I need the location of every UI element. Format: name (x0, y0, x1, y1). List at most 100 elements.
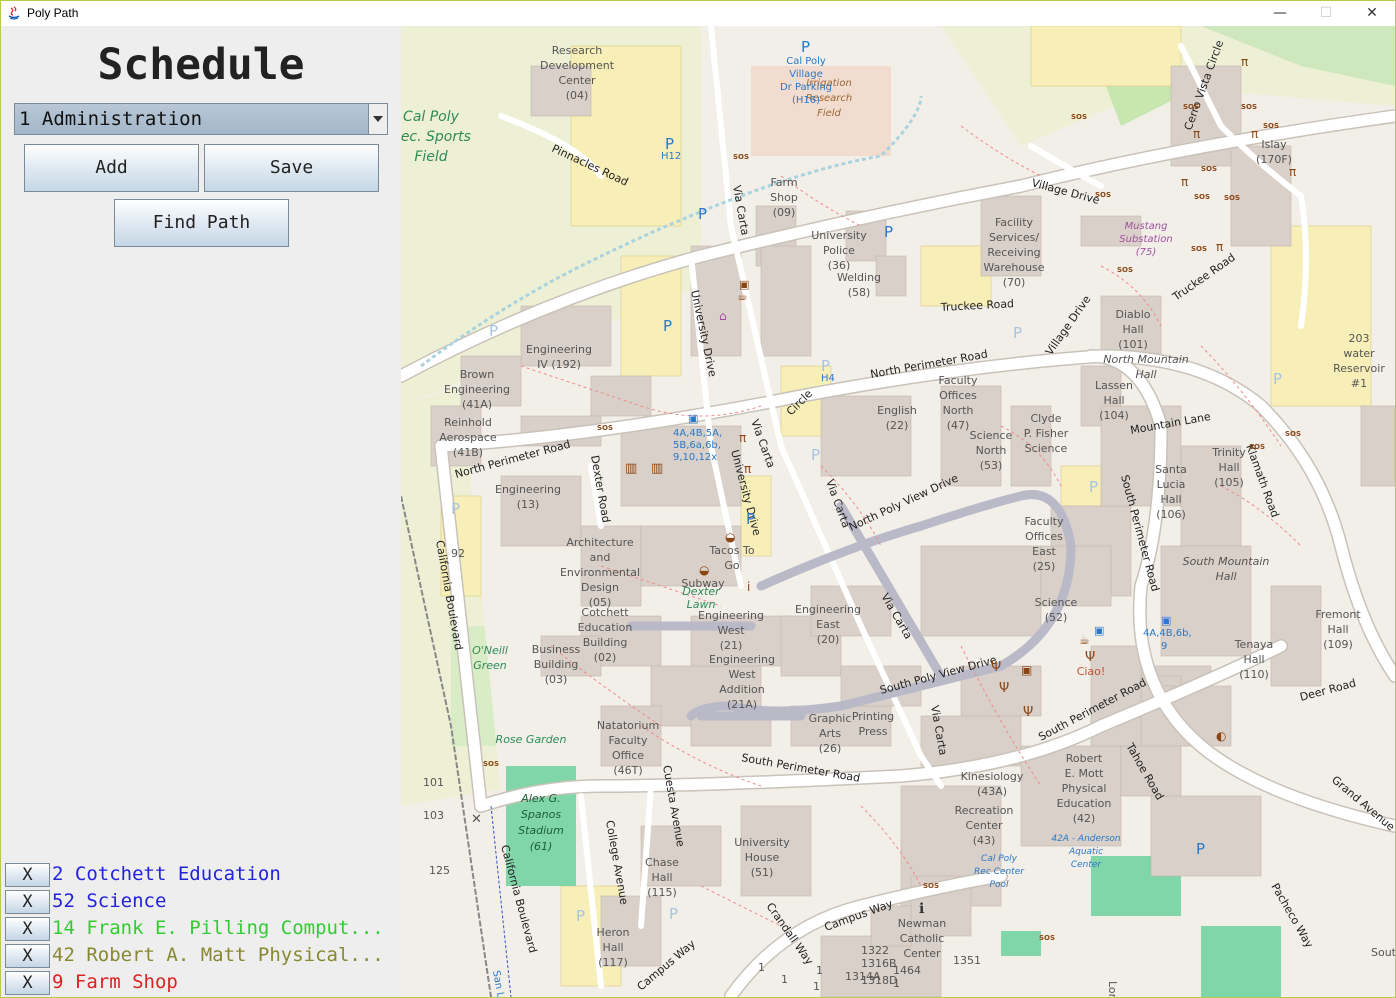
svg-text:(70): (70) (1003, 276, 1026, 289)
svg-text:Shop: Shop (770, 191, 798, 204)
svg-text:Chase: Chase (645, 856, 679, 869)
map-canvas[interactable]: Pinnacles Road Via Carta Village Drive C… (401, 26, 1395, 997)
svg-text:(61): (61) (530, 840, 553, 853)
svg-text:1: 1 (813, 980, 820, 993)
svg-text:(09): (09) (773, 206, 796, 219)
svg-text:(26): (26) (819, 742, 842, 755)
svg-text:Alex G.: Alex G. (520, 792, 560, 805)
svg-text:Substation: Substation (1119, 234, 1172, 245)
svg-text:Offices: Offices (939, 389, 977, 402)
add-button[interactable]: Add (24, 144, 199, 192)
svg-text:SOS: SOS (1224, 194, 1240, 202)
svg-text:Cal Poly: Cal Poly (981, 854, 1018, 864)
svg-text:SOS: SOS (483, 760, 499, 768)
svg-text:Business: Business (532, 643, 581, 656)
transit-label: 9,10,12x (673, 452, 717, 463)
minimize-button[interactable]: — (1257, 1, 1303, 26)
svg-text:Go: Go (724, 559, 740, 572)
info-icon: ℹ (919, 901, 924, 917)
building-select[interactable]: 1 Administration (14, 103, 388, 135)
schedule-item-label: 42 Robert A. Matt Physical... (52, 944, 384, 966)
remove-item-button[interactable]: X (5, 917, 50, 941)
remove-item-button[interactable]: X (5, 890, 50, 914)
svg-text:Faculty: Faculty (939, 374, 978, 387)
svg-text:Fremont: Fremont (1315, 608, 1361, 621)
fastfood-icon: ◒ (699, 563, 709, 577)
svg-text:SOS: SOS (1241, 103, 1257, 111)
schedule-item: X 42 Robert A. Matt Physical... (5, 943, 401, 970)
theatre-icon: ◐ (1216, 729, 1226, 743)
svg-text:Farm: Farm (770, 176, 797, 189)
svg-text:South Mountain: South Mountain (1183, 555, 1270, 568)
svg-text:Mustang: Mustang (1125, 221, 1168, 232)
parking-icon: P (669, 905, 678, 923)
schedule-item: X 2 Cotchett Education (5, 862, 401, 889)
schedule-item-label: 9 Farm Shop (52, 971, 178, 993)
find-path-button[interactable]: Find Path (114, 199, 289, 247)
picnic-icon: π (1181, 175, 1188, 189)
java-app-icon (8, 6, 20, 20)
svg-text:SOS: SOS (1249, 443, 1265, 451)
svg-text:SOS: SOS (1039, 934, 1055, 942)
svg-text:Cal Poly: Cal Poly (403, 109, 460, 125)
svg-text:Facility: Facility (995, 216, 1034, 229)
svg-text:1351: 1351 (953, 954, 981, 967)
picnic-icon: π (739, 431, 746, 445)
svg-text:Dexter: Dexter (682, 585, 721, 598)
svg-text:SOS: SOS (597, 424, 613, 432)
svg-text:House: House (745, 851, 780, 864)
schedule-heading: Schedule (97, 40, 305, 90)
svg-text:East: East (816, 618, 840, 631)
close-button[interactable]: ✕ (1349, 1, 1395, 26)
parking-icon: P (489, 322, 498, 340)
svg-text:Islay: Islay (1261, 138, 1287, 151)
svg-text:Newman: Newman (898, 917, 946, 930)
svg-text:Hall: Hall (651, 871, 672, 884)
parking-icon: P (698, 205, 707, 223)
svg-text:SOS: SOS (1071, 113, 1087, 121)
svg-text:1322: 1322 (861, 944, 889, 957)
remove-item-button[interactable]: X (5, 971, 50, 995)
schedule-list: X 2 Cotchett Education X 52 Science X 14… (5, 862, 401, 997)
svg-text:Warehouse: Warehouse (983, 261, 1044, 274)
svg-text:Hall: Hall (1122, 323, 1143, 336)
svg-text:(42): (42) (1073, 812, 1096, 825)
svg-text:North: North (976, 444, 1007, 457)
bus-stop-icon: ▣ (1161, 614, 1171, 627)
svg-text:Pool: Pool (990, 880, 1009, 890)
svg-text:(20): (20) (817, 633, 840, 646)
transit-label: 4A,4B,5A, (673, 428, 722, 439)
parking-icon: P (451, 500, 460, 518)
svg-text:SOS: SOS (1285, 430, 1301, 438)
svg-text:Research: Research (552, 44, 602, 57)
svg-text:(58): (58) (848, 286, 871, 299)
svg-text:IV (192): IV (192) (537, 358, 581, 371)
svg-text:SOS: SOS (1117, 266, 1133, 274)
svg-text:1: 1 (893, 977, 900, 990)
svg-text:(47): (47) (947, 419, 970, 432)
svg-text:Clyde: Clyde (1031, 412, 1062, 425)
dropdown-arrow-button[interactable] (368, 104, 387, 134)
svg-text:(03): (03) (545, 673, 568, 686)
maximize-button[interactable]: ☐ (1303, 1, 1349, 26)
svg-text:Environmental: Environmental (560, 566, 640, 579)
remove-item-button[interactable]: X (5, 863, 50, 887)
svg-text:(43A): (43A) (977, 785, 1007, 798)
svg-text:SOS: SOS (1191, 245, 1207, 253)
svg-text:(101): (101) (1118, 338, 1148, 351)
picnic-icon: π (1216, 240, 1223, 254)
svg-text:203: 203 (1349, 332, 1370, 345)
parking-icon: P (663, 317, 672, 335)
svg-text:Cal Poly: Cal Poly (786, 56, 826, 67)
library-icon: ▥ (625, 461, 637, 476)
parking-icon: P (1273, 370, 1282, 388)
campus-map[interactable]: Pinnacles Road Via Carta Village Drive C… (401, 26, 1395, 997)
parking-icon: P (746, 510, 755, 528)
svg-text:SOS: SOS (1201, 165, 1217, 173)
svg-text:Design: Design (581, 581, 619, 594)
svg-text:Engineering: Engineering (495, 483, 561, 496)
remove-item-button[interactable]: X (5, 944, 50, 968)
road-label-partial: Long (1106, 981, 1119, 997)
svg-text:(41B): (41B) (453, 446, 483, 459)
save-button[interactable]: Save (204, 144, 379, 192)
